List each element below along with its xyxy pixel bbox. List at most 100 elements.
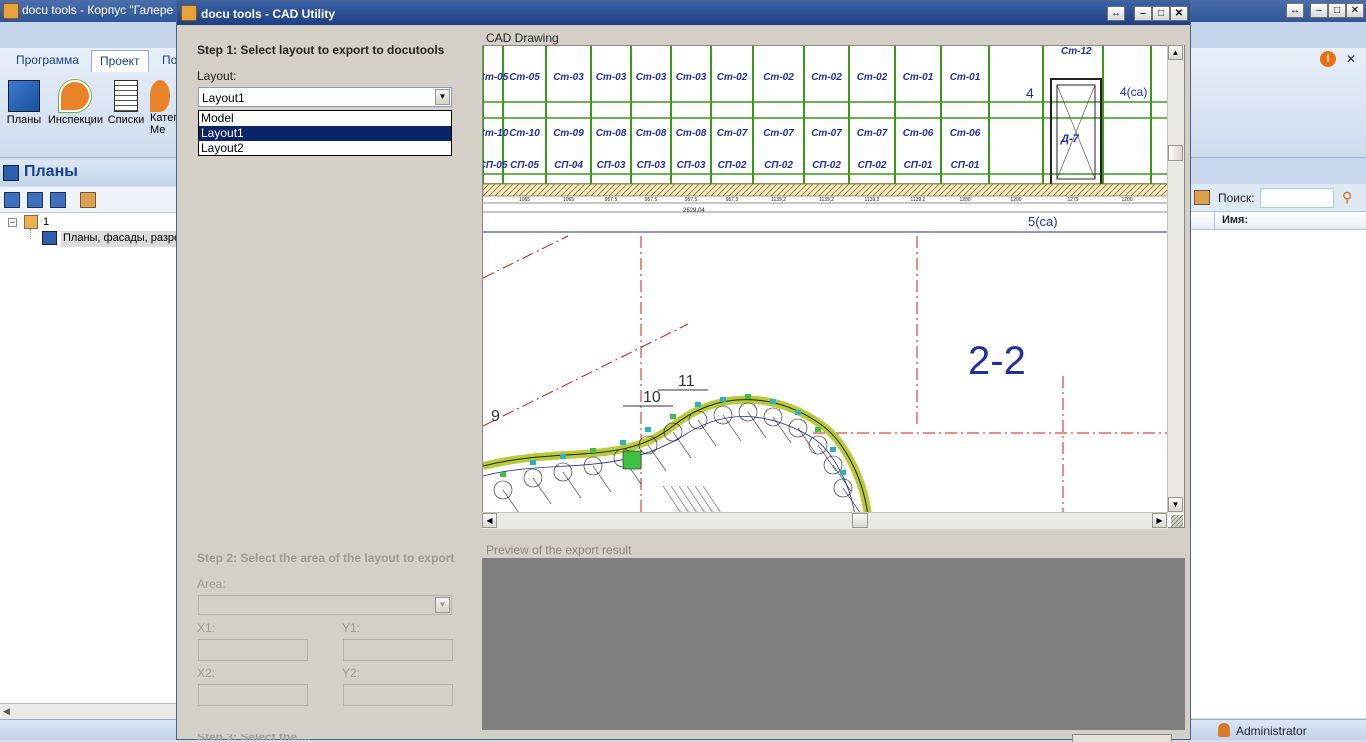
scroll-left-icon[interactable]: ◀ xyxy=(3,706,10,717)
dimension-value: 1200 xyxy=(1121,197,1132,203)
cad-horizontal-scrollbar[interactable]: ◀ ▶ xyxy=(482,512,1168,529)
cad-drawing-viewport[interactable]: Ст-05Ст-05 Ст-03 Ст-03 Ст-03 Ст-03 Ст-02 Ст-02… xyxy=(482,45,1185,528)
tab-project[interactable]: Проект xyxy=(91,50,149,72)
panel-tag: СП-01 xyxy=(904,160,933,171)
wall-marker xyxy=(695,402,701,407)
wall-marker xyxy=(815,427,821,432)
dialog-app-icon xyxy=(181,5,197,21)
panel-tag: Ст-06 xyxy=(950,128,981,139)
dialog-close-button[interactable]: ✕ xyxy=(1170,6,1188,21)
dimension-value: 1139,2 xyxy=(819,197,834,203)
tree-node-plans[interactable]: Планы, фасады, разре xyxy=(61,231,176,247)
cad-vertical-scrollbar[interactable]: ▲ ▼ xyxy=(1167,45,1184,513)
minimize-button[interactable]: – xyxy=(1310,3,1328,18)
maximize-button[interactable]: □ xyxy=(1328,3,1346,18)
search-bar: Поиск: ⚲ xyxy=(1190,184,1366,212)
info-icon[interactable]: ! xyxy=(1320,51,1336,67)
dialog-title: docu tools - CAD Utility xyxy=(201,7,335,21)
resize-grip-icon[interactable] xyxy=(1171,515,1183,527)
y2-input[interactable] xyxy=(343,684,453,706)
close-button[interactable]: ✕ xyxy=(1346,3,1364,18)
close-ribbon-icon[interactable]: ✕ xyxy=(1346,52,1356,66)
scroll-up-icon[interactable]: ▲ xyxy=(1168,45,1183,60)
section-label: 2-2 xyxy=(968,339,1026,383)
layout-select[interactable]: Layout1 ▼ xyxy=(198,87,452,107)
panel-tag: Ст-07 xyxy=(717,128,748,139)
cad-drawing-label: CAD Drawing xyxy=(486,31,559,45)
chevron-down-icon[interactable]: ▼ xyxy=(435,89,450,105)
plans-toolbar xyxy=(0,187,176,213)
step1-title: Step 1: Select layout to export to docut… xyxy=(197,43,445,57)
panel-tag: Ст-02 xyxy=(857,72,888,83)
layout-option-layout2[interactable]: Layout2 xyxy=(199,141,451,156)
plan-node-icon xyxy=(42,231,57,245)
wall-marker xyxy=(500,472,506,477)
dialog-button[interactable] xyxy=(1072,734,1172,742)
callout-10: 10 xyxy=(643,389,661,406)
panel-tag: Ст-10 xyxy=(509,128,540,139)
y2-label: Y2: xyxy=(342,666,361,680)
right-panel xyxy=(1190,158,1366,718)
cad-drawing: Ст-05Ст-05 Ст-03 Ст-03 Ст-03 Ст-03 Ст-02 Ст-02… xyxy=(483,46,1184,527)
tree-node-root[interactable]: 1 xyxy=(43,216,49,228)
main-window-title: docu tools - Корпус "Галере xyxy=(22,3,174,17)
plans-button[interactable]: Планы xyxy=(2,80,46,126)
y1-input[interactable] xyxy=(343,639,453,661)
dimension-value: 1065 xyxy=(519,197,530,203)
chevron-down-icon[interactable]: ▼ xyxy=(435,597,450,613)
x2-input[interactable] xyxy=(198,684,308,706)
panel-tag: Ст-03 xyxy=(553,72,584,83)
restore-size-icon[interactable]: ↔ xyxy=(1286,3,1304,18)
plans-panel-header: Планы xyxy=(0,160,176,186)
inspections-button-label: Инспекции xyxy=(48,114,103,126)
scroll-left-icon[interactable]: ◀ xyxy=(482,513,497,528)
panel-tag: СП-04 xyxy=(554,160,583,171)
panel-tag: Ст-01 xyxy=(950,72,981,83)
add-plan-icon[interactable] xyxy=(4,192,20,208)
layout-option-model[interactable]: Model xyxy=(199,111,451,126)
inspection-icon xyxy=(59,80,91,112)
edit-plan-icon[interactable] xyxy=(27,192,43,208)
panel-tag: Ст-03 xyxy=(596,72,627,83)
panel-tag: Ст-09 xyxy=(553,128,584,139)
panel-tag: Ст-07 xyxy=(811,128,842,139)
wall-marker xyxy=(620,440,626,445)
x1-input[interactable] xyxy=(198,639,308,661)
total-dimension: 2629,04 xyxy=(683,208,705,214)
dialog-resize-icon[interactable]: ↔ xyxy=(1107,6,1125,21)
vertical-scroll-thumb[interactable] xyxy=(1168,145,1183,161)
search-label: Поиск: xyxy=(1218,191,1255,205)
scroll-right-icon[interactable]: ▶ xyxy=(1152,513,1167,528)
tree-collapse-icon[interactable]: − xyxy=(8,218,17,227)
wall-marker xyxy=(590,448,596,453)
inspections-button[interactable]: Инспекции xyxy=(48,80,103,126)
panel-tag: Ст-07 xyxy=(763,128,794,139)
group-icon[interactable] xyxy=(80,192,96,208)
panel-tag: СП-02 xyxy=(812,160,841,171)
category-button[interactable]: Катег Ме xyxy=(150,80,178,136)
wall-marker xyxy=(830,447,836,452)
category-icon xyxy=(150,80,170,112)
dimension-value: 1139,2 xyxy=(865,197,880,203)
area-select[interactable]: ▼ xyxy=(198,595,452,615)
plans-panel-title: Планы xyxy=(24,163,78,180)
layout-option-layout1[interactable]: Layout1 xyxy=(199,126,451,141)
wall-marker xyxy=(720,397,726,402)
delete-plan-icon[interactable] xyxy=(50,192,66,208)
search-input[interactable] xyxy=(1260,188,1334,208)
dimension-value: 957,5 xyxy=(726,197,739,203)
horizontal-scroll-thumb[interactable] xyxy=(852,513,868,528)
dialog-maximize-button[interactable]: □ xyxy=(1152,6,1170,21)
column-name-header[interactable]: Имя: xyxy=(1222,214,1248,226)
right-panel-tabstrip xyxy=(1190,158,1366,184)
column-marker xyxy=(622,450,642,470)
tab-program[interactable]: Программа xyxy=(8,50,87,70)
search-icon[interactable]: ⚲ xyxy=(1342,189,1352,206)
dialog-titlebar: docu tools - CAD Utility ↔ – □ ✕ xyxy=(177,1,1190,25)
left-horizontal-scrollbar[interactable]: ◀ xyxy=(0,703,176,719)
group-icon-right[interactable] xyxy=(1194,190,1210,205)
dialog-minimize-button[interactable]: – xyxy=(1134,6,1152,21)
panel-tag: Ст-05 xyxy=(509,72,540,83)
scroll-down-icon[interactable]: ▼ xyxy=(1168,497,1183,512)
lists-button[interactable]: Списки xyxy=(104,80,148,126)
